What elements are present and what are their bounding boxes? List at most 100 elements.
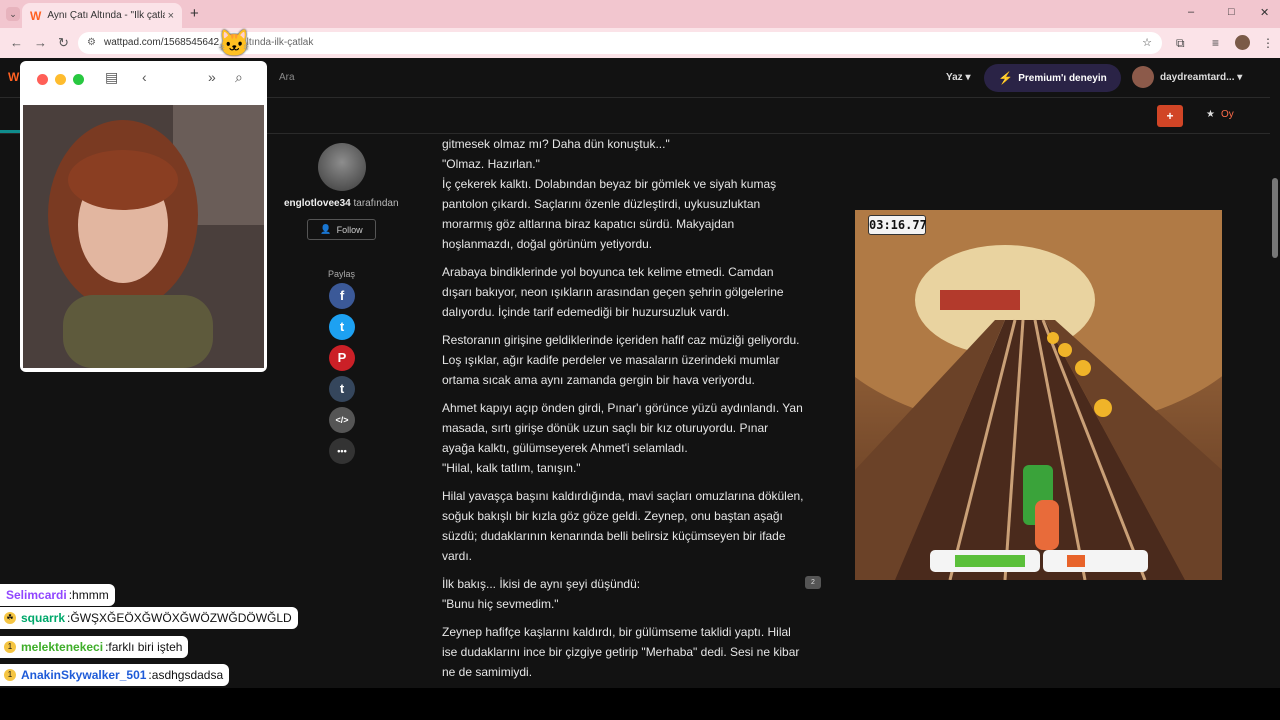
url-suffix: ltında-ilk-çatlak (246, 37, 314, 48)
game-overlay: 03:16.77 (855, 210, 1222, 580)
chat-text: ĞWŞXĞEÖXĞWÖXĞWÖZWĞDÖWĞLD (70, 611, 292, 625)
chat-message: 1 melektenekeci : farklı biri işteh (0, 636, 189, 658)
premium-label: Premium'ı deneyin (1018, 72, 1107, 84)
maximize-button[interactable]: □ (1228, 6, 1235, 18)
chat-badge-icon: ☘ (4, 612, 16, 624)
minimize-dot-icon[interactable] (55, 74, 66, 85)
author-byline: englotlovee34 tarafından (284, 198, 399, 209)
follow-button[interactable]: 👤 Follow (307, 219, 376, 240)
streamer-image (23, 105, 264, 368)
vote-label: Oy (1220, 109, 1234, 120)
coin (1058, 343, 1072, 357)
bottom-letterbox (0, 688, 1280, 720)
forward-icon[interactable]: → (34, 35, 47, 50)
story-text: gitmesek olmaz mı? Daha dün konuştuk..."… (442, 134, 804, 720)
browser-menu-icon[interactable]: ⋮ (1262, 36, 1274, 50)
wattpad-favicon-icon: W (30, 8, 42, 23)
lightning-icon: ⚡ (998, 71, 1014, 85)
screen: ⌄ W Aynı Çatı Altında - "İlk çatlak " × … (0, 0, 1280, 720)
sidebar-icon[interactable]: ▤ (105, 69, 118, 86)
coin (1047, 332, 1059, 344)
author-suffix: tarafından (353, 198, 399, 209)
user-menu[interactable]: daydreamtard... ▾ (1160, 72, 1242, 83)
follow-label: Follow (336, 224, 363, 235)
search-icon[interactable]: ⌕ (235, 69, 243, 86)
webcam-video (23, 105, 264, 368)
distant-train (940, 290, 1020, 310)
chevron-left-icon[interactable]: ‹ (142, 69, 147, 85)
facebook-share-icon[interactable]: f (329, 283, 355, 309)
page-scrollbar[interactable] (1270, 58, 1280, 688)
bookmark-star-icon[interactable]: ☆ (1142, 36, 1152, 49)
chat-username: AnakinSkywalker_501 (21, 668, 147, 682)
write-menu[interactable]: Yaz ▾ (946, 72, 971, 83)
wattpad-logo[interactable]: W (8, 70, 19, 84)
coin (1094, 399, 1112, 417)
webcam-window: ▤ ‹ » ⌕ (20, 61, 267, 372)
chat-text: hmmm (72, 588, 109, 602)
chat-username: Selimcardi (6, 588, 67, 602)
close-window-button[interactable]: ✕ (1260, 6, 1269, 19)
media-icon[interactable]: ≡ (1212, 36, 1219, 50)
minimize-button[interactable]: – (1188, 6, 1194, 18)
vote-button[interactable]: ★ Oy (1206, 109, 1234, 120)
board-powerup-meter (1043, 550, 1148, 572)
chat-message: ☘ squarrk : ĞWŞXĞEÖXĞWÖXĞWÖZWĞDÖWĞLD (0, 607, 298, 629)
author-avatar[interactable] (318, 143, 366, 191)
story-paragraph: Hilal yavaşça başını kaldırdığında, mavi… (442, 489, 804, 563)
chat-message: Selimcardi : hmmm (0, 584, 115, 606)
story-paragraph: Arabaya bindiklerinde yol boyunca tek ke… (442, 265, 784, 319)
site-info-icon[interactable]: ⚙ (87, 37, 96, 48)
story-paragraph: Ahmet kapıyı açıp önden girdi, Pınar'ı g… (442, 401, 803, 475)
premium-button[interactable]: ⚡ Premium'ı deneyin (984, 64, 1121, 92)
back-icon[interactable]: ← (10, 35, 23, 50)
username: daydreamtard... (1160, 72, 1235, 83)
new-tab-button[interactable]: + (190, 5, 199, 22)
chat-username: melektenekeci (21, 640, 104, 654)
cat-cursor-icon: 🐱 (218, 28, 251, 58)
close-dot-icon[interactable] (37, 74, 48, 85)
tumblr-share-icon[interactable]: t (329, 376, 355, 402)
chat-badge-icon: 1 (4, 669, 16, 681)
pinterest-share-icon[interactable]: P (329, 345, 355, 371)
profile-avatar[interactable] (1235, 35, 1250, 50)
chat-message: 1 AnakinSkywalker_501 : asdhgsdadsa (0, 664, 230, 686)
tab-title: Aynı Çatı Altında - "İlk çatlak " (47, 10, 166, 21)
zoom-dot-icon[interactable] (73, 74, 84, 85)
chat-badge-icon: 1 (4, 641, 16, 653)
author-name[interactable]: englotlovee34 (284, 198, 351, 209)
tab-close-icon[interactable]: × (168, 10, 174, 22)
embed-share-icon[interactable]: </> (329, 407, 355, 433)
reading-progress (0, 130, 22, 133)
inline-comment-count[interactable]: 2 (805, 576, 821, 589)
reload-icon[interactable]: ↻ (58, 35, 69, 51)
user-avatar[interactable] (1132, 66, 1154, 88)
subway-tunnel-scene (855, 210, 1222, 580)
browser-toolbar: ← → ↻ ⚙ wattpad.com/1568545642 ltında-il… (0, 28, 1280, 58)
twitter-share-icon[interactable]: t (329, 314, 355, 340)
chat-username: squarrk (21, 611, 66, 625)
chat-text: asdhgsdadsa (151, 668, 224, 682)
more-share-icon[interactable]: ••• (329, 438, 355, 464)
story-paragraph: gitmesek olmaz mı? Daha dün konuştuk..."… (442, 137, 777, 251)
add-user-icon: 👤 (320, 224, 332, 234)
extensions-icon[interactable]: ⧉ (1176, 36, 1185, 51)
coin (1075, 360, 1091, 376)
story-paragraph: Restoranın girişine geldiklerinde içerid… (442, 333, 800, 387)
add-to-list-button[interactable]: + (1157, 105, 1183, 127)
url-prefix: wattpad.com/1568545642 (104, 37, 220, 48)
game-timer: 03:16.77 (868, 215, 927, 235)
hoverboard (1035, 500, 1059, 550)
chevron-double-right-icon[interactable]: » (208, 69, 216, 85)
star-icon: ★ (1206, 109, 1215, 120)
share-label: Paylaş (328, 269, 356, 279)
story-paragraph: Zeynep hafifçe kaşlarını kaldırdı, bir g… (442, 625, 800, 679)
chat-text: farklı biri işteh (108, 640, 183, 654)
search-input[interactable]: Ara (279, 72, 295, 83)
browser-tab[interactable]: W Aynı Çatı Altında - "İlk çatlak " × (22, 3, 182, 28)
write-label: Yaz (946, 72, 963, 83)
browser-tab-bar: ⌄ W Aynı Çatı Altında - "İlk çatlak " × … (0, 0, 1280, 28)
tab-search-icon[interactable]: ⌄ (6, 7, 20, 21)
story-paragraph: İlk bakış... İkisi de aynı şeyi düşündü:… (442, 577, 641, 611)
scrollbar-thumb[interactable] (1272, 178, 1278, 258)
